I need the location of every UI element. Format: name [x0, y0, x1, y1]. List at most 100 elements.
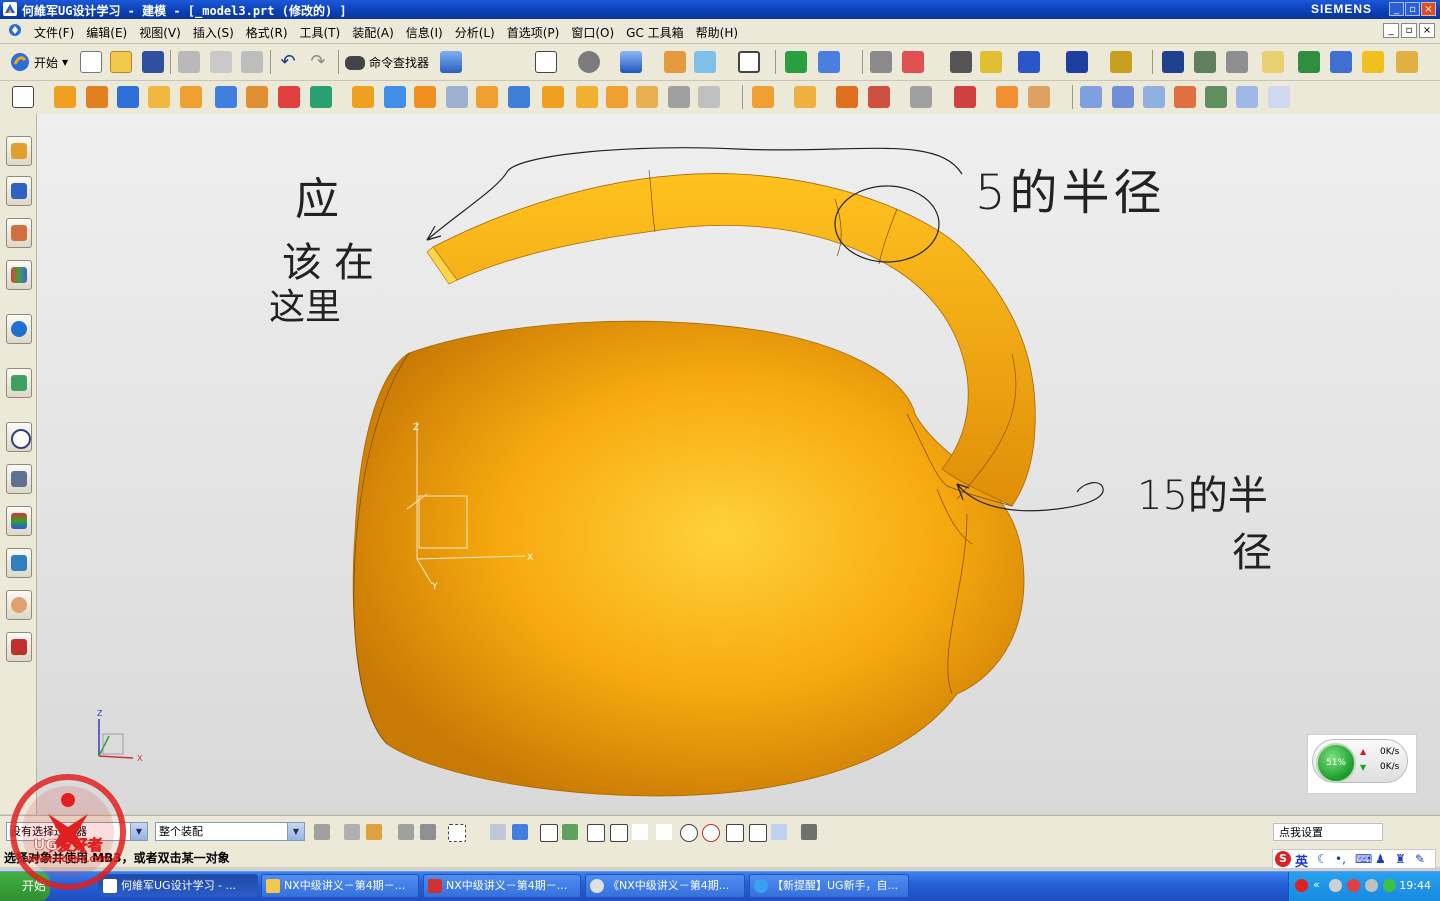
ime-tools-icon[interactable]: ✎	[1415, 852, 1425, 866]
unite-icon[interactable]	[352, 86, 374, 108]
task-folder[interactable]: NX中级讲义－第4期－...	[261, 874, 419, 898]
ime-language[interactable]: 英	[1295, 851, 1308, 870]
feature-select-icon[interactable]	[490, 824, 506, 840]
cut-icon[interactable]	[178, 51, 200, 73]
ime-user-icon[interactable]: ♟	[1375, 852, 1386, 866]
mesh-surface-icon[interactable]	[1112, 86, 1134, 108]
trim-body-icon[interactable]	[384, 86, 406, 108]
draft-icon[interactable]	[636, 86, 658, 108]
new-file-icon[interactable]	[80, 51, 102, 73]
grid-icon[interactable]	[1226, 51, 1248, 73]
copy-face-icon[interactable]	[996, 86, 1018, 108]
tray-security-icon[interactable]	[1347, 879, 1360, 892]
stack-icon[interactable]	[1194, 51, 1216, 73]
ime-moon-icon[interactable]: ☾	[1317, 852, 1328, 866]
doc-minimize-button[interactable]: _	[1383, 23, 1399, 38]
snap-curve-icon[interactable]	[632, 824, 648, 840]
task-pdf[interactable]: NX中级讲义－第4期－...	[423, 874, 581, 898]
redo-icon[interactable]: ↷	[307, 51, 329, 73]
manufacturing-wizard-tab[interactable]	[6, 548, 32, 578]
kettle-body[interactable]	[352, 320, 1025, 797]
ime-punct-icon[interactable]: •,	[1335, 852, 1346, 866]
menu-tools[interactable]: 工具(T)	[294, 24, 347, 41]
color-swatch-icon[interactable]	[738, 51, 760, 73]
sync-move-icon[interactable]	[752, 86, 774, 108]
snap-existing-icon[interactable]	[749, 824, 767, 842]
thicken-icon[interactable]	[446, 86, 468, 108]
doc-close-button[interactable]: ×	[1419, 23, 1435, 38]
abc-icon[interactable]	[1396, 51, 1418, 73]
save-icon[interactable]	[142, 51, 164, 73]
minimize-button[interactable]: _	[1389, 2, 1404, 16]
snap-line-icon[interactable]	[587, 824, 605, 842]
reuse-library-tab[interactable]	[6, 260, 32, 290]
paste-icon[interactable]	[241, 51, 263, 73]
select-body-icon[interactable]	[420, 824, 436, 840]
transform-icon[interactable]	[818, 51, 840, 73]
menu-insert[interactable]: 插入(S)	[187, 24, 240, 41]
move-object-icon[interactable]	[785, 51, 807, 73]
layer-icon[interactable]	[664, 51, 686, 73]
tray-network-icon[interactable]	[1365, 879, 1378, 892]
network-monitor[interactable]: 51% ▲ ▼ 0K/s 0K/s	[1307, 734, 1417, 794]
graphics-window[interactable]: Z X Y Z X 应 该在 这里 5的半径 15的半 径 51% ▲ ▼ 0K…	[37, 114, 1440, 814]
bridge-icon[interactable]	[1205, 86, 1227, 108]
menu-information[interactable]: 信息(I)	[400, 24, 449, 41]
point-icon[interactable]	[1066, 51, 1088, 73]
tray-guard-icon[interactable]	[1383, 879, 1396, 892]
block-icon[interactable]	[117, 86, 139, 108]
reset-filter-icon[interactable]	[314, 824, 330, 840]
surface-options-icon[interactable]	[1268, 86, 1290, 108]
history-tab[interactable]	[6, 422, 32, 452]
sogou-tray-icon[interactable]	[1295, 879, 1308, 892]
menu-help[interactable]: 帮助(H)	[690, 24, 744, 41]
selection-scope-select[interactable]: 整个装配 ▼	[155, 822, 305, 841]
system-materials-tab[interactable]	[6, 464, 32, 494]
open-folder-icon[interactable]	[110, 51, 132, 73]
frame-icon[interactable]	[1162, 51, 1184, 73]
datum-axis-icon[interactable]	[278, 86, 300, 108]
task-browser[interactable]: 【新提醒】UG新手，自...	[749, 874, 909, 898]
chamfer-icon[interactable]	[576, 86, 598, 108]
offset-face-icon[interactable]	[414, 86, 436, 108]
close-button[interactable]: ×	[1421, 2, 1436, 16]
menu-view[interactable]: 视图(V)	[133, 24, 187, 41]
delete-face-icon[interactable]	[910, 86, 932, 108]
extrude-icon[interactable]	[54, 86, 76, 108]
view-orient-icon[interactable]	[620, 51, 642, 73]
wcs-icon[interactable]	[694, 51, 716, 73]
hammer-icon[interactable]	[1330, 51, 1352, 73]
menu-assembly[interactable]: 装配(A)	[346, 24, 400, 41]
menu-window[interactable]: 窗口(O)	[565, 24, 620, 41]
ruler-icon[interactable]	[1110, 51, 1132, 73]
copy-icon[interactable]	[210, 51, 232, 73]
assembly-navigator-tab[interactable]	[6, 136, 32, 166]
menu-format[interactable]: 格式(R)	[240, 24, 294, 41]
through-curves-icon[interactable]	[1080, 86, 1102, 108]
selection-cube-icon[interactable]	[440, 51, 462, 73]
web-browser-tab[interactable]	[6, 368, 32, 398]
snap-mid-icon[interactable]	[562, 824, 578, 840]
cut-face-icon[interactable]	[1028, 86, 1050, 108]
snap-on-curve-icon[interactable]	[771, 824, 787, 840]
snap-intersection-icon[interactable]	[726, 824, 744, 842]
nx-menu-icon[interactable]	[8, 23, 22, 37]
edge-blend-icon[interactable]	[542, 86, 564, 108]
tag-icon[interactable]	[1262, 51, 1284, 73]
render-style-icon[interactable]	[578, 51, 600, 73]
measure-icon[interactable]	[950, 51, 972, 73]
process-studio-tab[interactable]	[6, 506, 32, 536]
part-icon[interactable]	[1362, 51, 1384, 73]
dimension-icon[interactable]	[902, 51, 924, 73]
pocket-icon[interactable]	[246, 86, 268, 108]
swept-icon[interactable]	[1143, 86, 1165, 108]
analyze-icon[interactable]	[980, 51, 1002, 73]
select-edge-icon[interactable]	[398, 824, 414, 840]
hole-icon[interactable]	[148, 86, 170, 108]
snap-quadrant-icon[interactable]	[702, 824, 720, 842]
menu-gc-toolkit[interactable]: GC 工具箱	[620, 24, 690, 41]
start-menu-button[interactable]: 开始 ▼	[10, 52, 68, 72]
snap-point-icon[interactable]	[344, 824, 360, 840]
ime-shirt-icon[interactable]: ♜	[1395, 852, 1406, 866]
law-extension-icon[interactable]	[1236, 86, 1258, 108]
